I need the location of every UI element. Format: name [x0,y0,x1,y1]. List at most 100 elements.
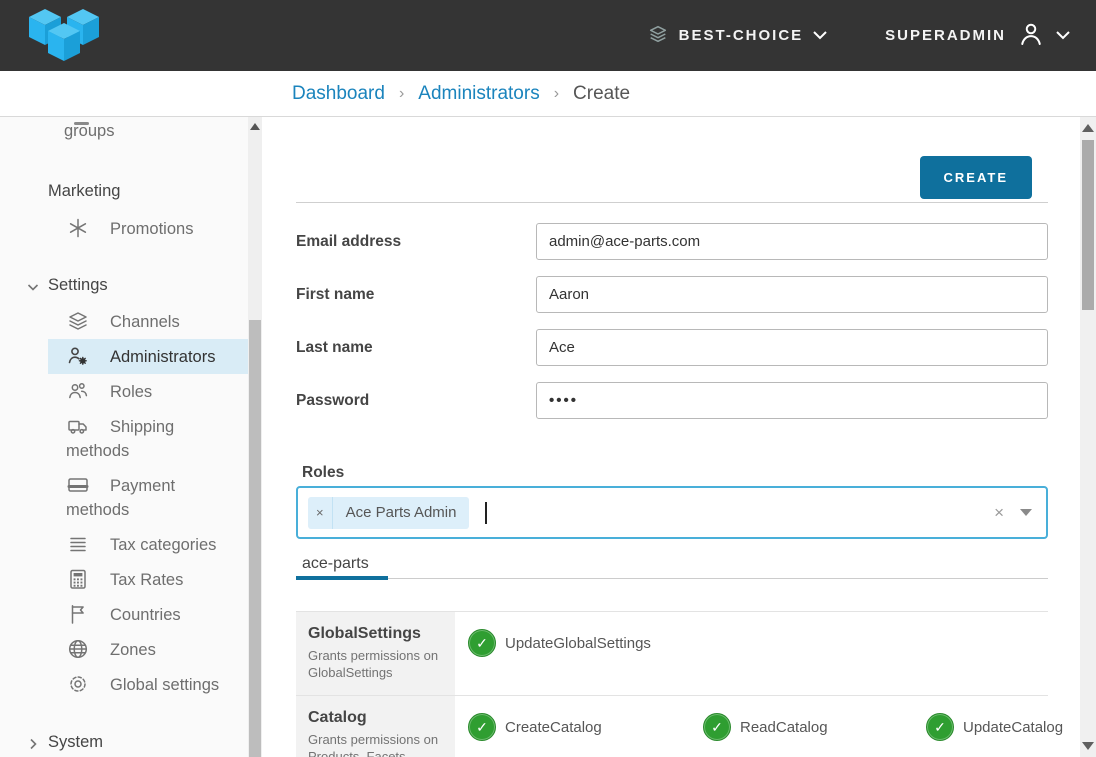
create-button[interactable]: CREATE [920,156,1032,199]
vendure-logo[interactable] [28,7,100,65]
permission-group-description: Grants permissions on GlobalSettings [308,647,445,681]
permission-group-header: GlobalSettings Grants permissions on Glob… [296,612,455,695]
breadcrumb-label: Create [573,83,630,104]
channel-switcher[interactable]: BEST-CHOICE [647,23,828,49]
breadcrumb-label[interactable]: Administrators [418,83,539,104]
sidebar-section-settings[interactable]: Settings [0,276,248,295]
user-icon [1016,19,1046,53]
permission-updatecatalog: ✓ UpdateCatalog [926,712,1063,742]
topbar: BEST-CHOICE SUPERADMIN [0,0,1096,71]
form-row-password: Password [296,382,1048,419]
permission-row-catalog: CatalogGrants permissions on Products, F… [296,696,1048,757]
check-toggle[interactable]: ✓ [926,713,954,741]
sidebar: groups Marketing Promotions Settings Channe… [0,117,262,757]
check-toggle[interactable]: ✓ [468,713,496,741]
last-name-field[interactable] [536,329,1048,366]
sidebar-item-label: Tax Rates [110,571,183,589]
main-scrollbar[interactable] [1080,117,1096,757]
section-label: Settings [48,276,108,294]
section-label: Marketing [48,182,120,200]
breadcrumb-item-dashboard[interactable]: Dashboard [292,83,385,105]
scrollbar-thumb[interactable] [1082,140,1094,310]
password-field[interactable] [536,382,1048,419]
permission-group-header: CatalogGrants permissions on Products, F… [296,696,455,757]
sidebar-item-label: Roles [110,383,152,401]
breadcrumb-separator: › [399,85,404,103]
channel-label: BEST-CHOICE [679,27,804,44]
breadcrumb: Dashboard › Administrators › Create [292,83,630,105]
sidebar-section-marketing: Marketing [0,182,248,201]
permission-cells: ✓UpdateGlobalSettings [455,612,1048,695]
form-row-email-address: Email address [296,223,1048,260]
chip-label: Ace Parts Admin [333,497,470,529]
text-caret [485,502,487,524]
permission-label: CreateCatalog [505,719,602,736]
chevron-down-icon [813,31,827,40]
check-toggle[interactable]: ✓ [703,713,731,741]
chip-remove-icon[interactable]: × [308,497,333,529]
sidebar-item-administrators[interactable]: Administrators [48,339,248,374]
layers-icon [66,309,90,333]
administrator-form: Email address First name Last name Password [262,223,1080,419]
breadcrumb-item-create: Create [573,83,630,105]
tab-ace-parts[interactable]: ace-parts [302,555,369,578]
chevron-down-icon [26,280,40,294]
sidebar-item-tax-categories[interactable]: Tax categories [0,527,248,562]
permission-label: ReadCatalog [740,719,828,736]
permission-group-name: GlobalSettings [308,625,445,643]
toolbar: CREATE [262,117,1080,199]
sidebar-item-label: Tax categories [110,536,216,554]
administrator-icon [66,344,90,368]
active-tab-underline [296,576,388,580]
breadcrumb-bar: Dashboard › Administrators › Create [0,71,1096,117]
sidebar-item-zones[interactable]: Zones [0,632,248,667]
permission-readcatalog: ✓ ReadCatalog [703,712,926,742]
users-icon [74,122,89,125]
first-name-field[interactable] [536,276,1048,313]
globe-icon [66,637,90,661]
email-address-label: Email address [296,233,536,251]
user-menu[interactable]: SUPERADMIN [885,19,1070,53]
permission-row-globalsettings: GlobalSettings Grants permissions on Glob… [296,612,1048,696]
password-label: Password [296,392,536,410]
permission-cells: ✓ CreateCatalog ✓ ReadCatalog ✓ UpdateCatalog [455,696,1063,757]
sidebar-item-label: Promotions [110,220,193,238]
sidebar-section-system[interactable]: System [0,733,248,752]
permission-createcatalog: ✓ CreateCatalog [468,712,703,742]
calculator-icon [66,567,90,591]
permission-group-name: Catalog [308,709,445,727]
cog-icon [66,672,90,696]
roles-label: Roles [302,464,1080,482]
form-row-last-name: Last name [296,329,1048,366]
sidebar-item-roles[interactable]: Roles [0,374,248,409]
section-label: System [48,733,103,751]
scroll-up-arrow[interactable] [1082,124,1094,132]
sidebar-item-payment-methods[interactable]: Payment methods [0,468,248,527]
permission-label: UpdateCatalog [963,719,1063,736]
scrollbar-thumb[interactable] [249,320,261,757]
sidebar-item-global-settings[interactable]: Global settings [0,667,248,702]
layers-icon [647,23,669,49]
dropdown-arrow-icon[interactable] [1020,509,1032,516]
sidebar-item-channels[interactable]: Channels [0,304,248,339]
scroll-up-arrow[interactable] [250,123,260,130]
sidebar-item-tax-rates[interactable]: Tax Rates [0,562,248,597]
last-name-label: Last name [296,339,536,357]
sidebar-item-label: Channels [110,313,180,331]
sidebar-scrollbar[interactable] [248,117,262,757]
sidebar-item-shipping-methods[interactable]: Shipping methods [0,409,248,468]
sidebar-item-promotions[interactable]: Promotions [0,211,248,246]
breadcrumb-separator: › [554,85,559,103]
divider [296,202,1048,203]
roles-select[interactable]: ×Ace Parts Admin × [296,486,1048,539]
sidebar-item-label: Administrators [110,348,215,366]
check-toggle[interactable]: ✓ [468,629,496,657]
form-row-first-name: First name [296,276,1048,313]
email-address-field[interactable] [536,223,1048,260]
breadcrumb-item-administrators[interactable]: Administrators [418,83,539,105]
breadcrumb-label[interactable]: Dashboard [292,83,385,104]
sidebar-item-countries[interactable]: Countries [0,597,248,632]
sidebar-item-customer-groups[interactable]: groups [0,122,248,141]
clear-icon[interactable]: × [994,504,1004,521]
scroll-down-arrow[interactable] [1082,742,1094,750]
